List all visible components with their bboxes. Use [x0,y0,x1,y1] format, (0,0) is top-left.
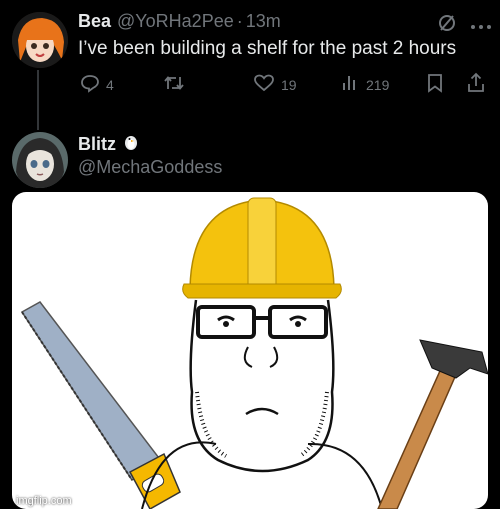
like-button[interactable]: 19 [253,73,297,96]
retweet-button[interactable] [163,73,191,96]
reply-count: 4 [106,76,114,93]
like-count: 19 [281,76,297,93]
retweet-icon [163,73,185,96]
bookmark-button[interactable] [426,73,444,98]
bookmark-icon [428,74,442,93]
bea-display-name[interactable]: Bea [78,11,111,32]
views-count: 219 [366,76,390,93]
tweet-text: I’ve been building a shelf for the past … [78,38,457,59]
heart-icon [253,73,275,96]
bea-handle[interactable]: @YoRHa2Pee [117,11,234,32]
blitz-avatar[interactable] [12,132,68,188]
saw-icon [20,301,181,509]
tweet-timestamp[interactable]: 13m [246,11,281,32]
hammer-icon [377,339,488,509]
views-icon [340,73,360,96]
reply-button[interactable]: 4 [80,73,114,96]
blitz-display-name[interactable]: Blitz [78,134,116,155]
blitz-handle[interactable]: @MechaGoddess [78,157,222,178]
reply-icon [80,73,100,96]
grok-icon[interactable] [437,13,457,38]
time-separator: · [236,11,243,31]
bea-avatar[interactable] [12,12,68,68]
views-button[interactable]: 219 [340,73,389,96]
thread-line [37,70,39,130]
hard-hat-icon [182,197,342,299]
more-icon[interactable] [470,16,492,37]
imgflip-watermark: imgflip.com [16,495,72,507]
penguin-emoji-icon [122,133,140,156]
meme-image[interactable]: imgflip.com [12,192,488,509]
share-button[interactable] [466,72,486,99]
